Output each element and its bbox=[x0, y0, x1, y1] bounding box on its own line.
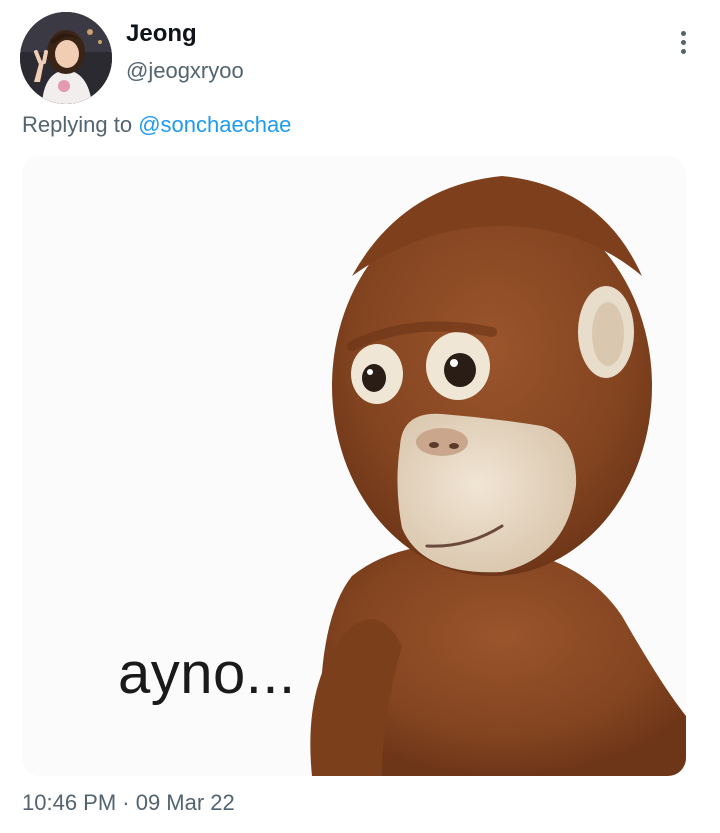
avatar-image bbox=[20, 12, 112, 104]
more-vertical-icon-dot bbox=[680, 39, 686, 45]
reply-mention-link[interactable]: @sonchaechae bbox=[138, 112, 291, 137]
media-caption: ayno... bbox=[118, 641, 296, 706]
author-handle[interactable]: @jeogxryoo bbox=[126, 58, 244, 84]
replying-to-label: Replying to bbox=[22, 112, 133, 137]
author-display-name[interactable]: Jeong bbox=[126, 20, 197, 48]
more-vertical-icon bbox=[680, 30, 686, 36]
avatar[interactable] bbox=[20, 12, 112, 104]
tweet-media-image[interactable]: ayno... bbox=[22, 156, 686, 776]
tweet-timestamp[interactable]: 10:46 PM · 09 Mar 22 bbox=[22, 790, 235, 816]
replying-to-line: Replying to @sonchaechae bbox=[22, 112, 291, 138]
tweet: Jeong @jeogxryoo Replying to @sonchaecha… bbox=[0, 0, 720, 833]
more-vertical-icon-dot bbox=[680, 48, 686, 54]
more-options-button[interactable] bbox=[668, 22, 698, 62]
